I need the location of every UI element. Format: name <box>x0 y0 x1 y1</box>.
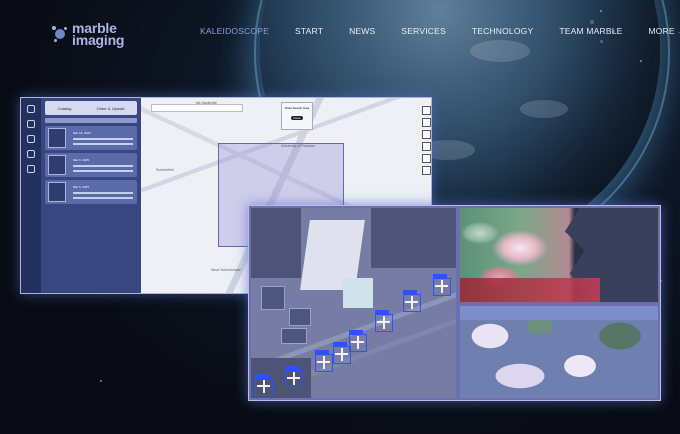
brand-logo[interactable]: marble imaging <box>52 21 125 48</box>
result-thumbnail <box>48 128 66 148</box>
draw-area-dialog: Draw Search Area Done <box>281 102 313 130</box>
marble-logo-icon <box>52 26 68 42</box>
map-search-bar <box>151 104 243 112</box>
result-date: Mar 6, 2025 <box>73 185 90 189</box>
tab-catalog: Catalog <box>57 105 72 111</box>
airport-detection-image <box>251 208 456 398</box>
aircraft-detection-box <box>375 310 393 332</box>
terrain <box>251 208 301 278</box>
satellite-icon <box>27 135 35 143</box>
nav-item-start[interactable]: START <box>295 26 323 36</box>
measure-icon <box>422 154 431 163</box>
terminal-building <box>343 278 373 308</box>
algae-bloom-image <box>460 208 658 302</box>
result-thumbnail <box>48 155 66 175</box>
brand-name-line2: imaging <box>72 32 125 48</box>
main-menu: KALEIDOSCOPE START NEWS SERVICES TECHNOL… <box>200 26 680 36</box>
aircraft-detection-box <box>333 342 351 364</box>
aircraft-detection-box <box>315 350 333 372</box>
result-date: Mar 18, 2025 <box>73 131 91 135</box>
layers-icon <box>27 120 35 128</box>
aircraft-detection-box <box>349 330 367 352</box>
list-item: Mar 18, 2025 <box>45 126 137 150</box>
aircraft-detection-box <box>403 290 421 312</box>
list-item: Mar 6, 2025 <box>45 180 137 204</box>
dialog-done-button: Done <box>291 116 303 120</box>
building <box>281 328 307 344</box>
aircraft-detection-box <box>433 274 451 296</box>
user-icon <box>27 105 35 113</box>
settings-icon <box>27 165 35 173</box>
nav-item-more[interactable]: MORE⌄ <box>649 26 680 36</box>
app-sidebar-rail <box>21 98 41 293</box>
building <box>261 286 285 310</box>
list-item: Mar 9, 2025 <box>45 153 137 177</box>
map-label: Neue Schmöckwitz <box>211 268 241 272</box>
cloud-shape <box>520 100 568 118</box>
nav-item-more-label: MORE <box>648 26 675 36</box>
brand-wordmark: marble imaging <box>72 21 125 48</box>
terrain <box>371 208 456 268</box>
panel-tabs: Catalog Order & Upload <box>45 101 137 115</box>
top-navigation: marble imaging KALEIDOSCOPE START NEWS S… <box>0 0 680 62</box>
filter-row <box>45 118 137 123</box>
result-date: Mar 9, 2025 <box>73 158 90 162</box>
layers-icon <box>422 142 431 151</box>
satellite-imagery-showcase <box>248 205 661 401</box>
nav-item-news[interactable]: NEWS <box>349 26 375 36</box>
nav-item-kaleidoscope[interactable]: KALEIDOSCOPE <box>200 26 269 36</box>
map-label: Schönefeld <box>156 168 174 172</box>
nav-item-team-marble[interactable]: TEAM MARBLE <box>559 26 622 36</box>
land-cover-map-image <box>460 306 658 398</box>
star <box>100 380 102 382</box>
map-label: University of Potsdam <box>281 144 316 148</box>
zoom-out-icon <box>422 118 431 127</box>
map-toolbar <box>422 106 431 178</box>
aircraft-detection-box <box>255 374 273 396</box>
fullscreen-icon <box>422 166 431 175</box>
result-thumbnail <box>48 182 66 202</box>
cart-icon <box>27 150 35 158</box>
zoom-in-icon <box>422 106 431 115</box>
sea-area <box>460 306 658 320</box>
dialog-title: Draw Search Area <box>284 106 310 110</box>
map-label: Alt-Stadtmitte <box>196 101 218 105</box>
draw-icon <box>422 130 431 139</box>
aircraft-detection-box <box>285 366 303 388</box>
building <box>289 308 311 326</box>
tab-order-upload: Order & Upload <box>96 105 125 111</box>
bloom-area <box>460 278 600 302</box>
nav-item-services[interactable]: SERVICES <box>401 26 445 36</box>
catalog-panel: Catalog Order & Upload Mar 18, 2025 Mar … <box>41 98 141 293</box>
nav-item-technology[interactable]: TECHNOLOGY <box>472 26 534 36</box>
